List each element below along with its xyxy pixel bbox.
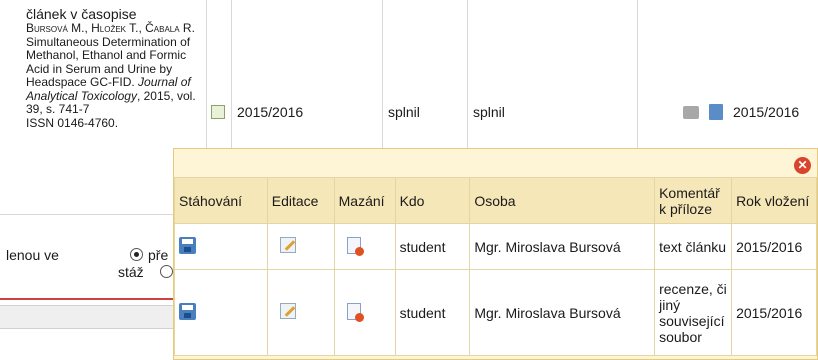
citation-text: článek v časopise Bursová M., Hložek T.,… — [26, 6, 206, 130]
col-edit: Editace — [266, 177, 335, 224]
delete-icon[interactable] — [346, 236, 364, 256]
status-value-2: splnil — [473, 104, 505, 120]
comment-value: recenze, či jiný související soubor — [654, 269, 733, 356]
who-value: student — [394, 223, 471, 270]
table-row: student Mgr. Miroslava Bursová text člán… — [174, 223, 817, 270]
download-cell[interactable] — [174, 223, 268, 270]
status-value-1: splnil — [388, 104, 420, 120]
delete-cell[interactable] — [333, 223, 396, 270]
delete-cell[interactable] — [333, 269, 396, 356]
col-comment: Komentář k příloze — [654, 177, 733, 224]
edit-cell[interactable] — [266, 223, 335, 270]
edit-cell[interactable] — [266, 269, 335, 356]
year-value: 2015/2016 — [237, 104, 304, 120]
copy-icon[interactable] — [709, 104, 723, 120]
col-delete: Mazání — [333, 177, 396, 224]
section-divider — [0, 298, 178, 300]
attachments-popup: ✕ Stáhování Editace Mazání Kdo Osoba Kom… — [173, 148, 818, 360]
year-right-value: 2015/2016 — [733, 104, 800, 120]
radio-option-1[interactable] — [130, 248, 143, 261]
year-value: 2015/2016 — [731, 269, 817, 356]
table-row: student Mgr. Miroslava Bursová recenze, … — [174, 269, 817, 356]
citation-type: článek v časopise — [26, 6, 137, 22]
col-who: Kdo — [394, 177, 471, 224]
citation-authors: Bursová M., Hložek T., Čabala R. — [26, 21, 195, 35]
col-year: Rok vložení — [731, 177, 817, 224]
form-area: lenou ve pře stáž — [0, 215, 178, 360]
comment-value: text článku — [654, 223, 733, 270]
year-value: 2015/2016 — [731, 223, 817, 270]
radio-option-1-label: pře — [148, 247, 169, 263]
col-download: Stáhování — [174, 177, 268, 224]
who-value: student — [394, 269, 471, 356]
header-row: Stáhování Editace Mazání Kdo Osoba Komen… — [174, 177, 817, 224]
edit-icon[interactable] — [279, 237, 296, 253]
download-cell[interactable] — [174, 269, 268, 356]
radio-dot-icon — [134, 252, 139, 257]
person-value: Mgr. Miroslava Bursová — [469, 269, 656, 356]
citation-issn: ISSN 0146-4760. — [26, 115, 119, 130]
form-label: lenou ve — [6, 247, 59, 263]
person-value: Mgr. Miroslava Bursová — [469, 223, 656, 270]
download-icon[interactable] — [179, 236, 196, 254]
print-icon[interactable] — [683, 106, 699, 119]
attachments-table: Stáhování Editace Mazání Kdo Osoba Komen… — [174, 177, 817, 356]
calendar-icon[interactable] — [211, 105, 225, 119]
delete-icon[interactable] — [346, 302, 364, 322]
toolbar-strip — [0, 305, 178, 329]
radio-option-2[interactable] — [160, 265, 173, 278]
col-person: Osoba — [469, 177, 656, 224]
download-icon[interactable] — [179, 302, 196, 320]
close-icon[interactable]: ✕ — [794, 157, 811, 174]
edit-icon[interactable] — [279, 303, 296, 319]
radio-option-2-label: stáž — [118, 264, 144, 280]
